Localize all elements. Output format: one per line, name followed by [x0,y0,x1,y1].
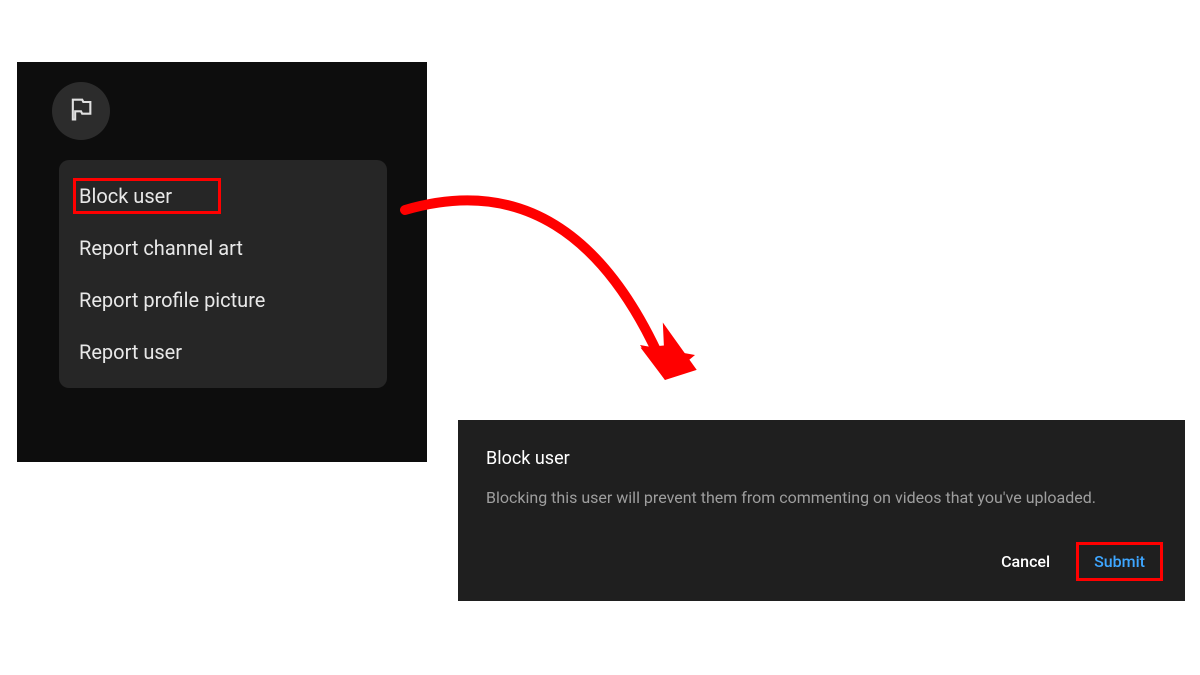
annotation-arrow [395,180,715,440]
submit-button[interactable]: Submit [1082,544,1157,579]
dialog-message: Blocking this user will prevent them fro… [486,487,1157,509]
menu-item-report-channel-art[interactable]: Report channel art [59,222,387,274]
flag-button[interactable] [52,82,110,140]
menu-item-block-user[interactable]: Block user [59,170,387,222]
menu-item-label: Report channel art [79,236,243,260]
cancel-button[interactable]: Cancel [989,544,1062,579]
menu-item-label: Report profile picture [79,288,265,312]
cancel-button-label: Cancel [1001,552,1050,571]
block-user-dialog: Block user Blocking this user will preve… [458,420,1185,601]
flag-menu-panel: Block user Report channel art Report pro… [17,62,427,462]
menu-item-report-user[interactable]: Report user [59,326,387,378]
menu-item-label: Report user [79,340,182,364]
flag-icon [67,95,95,127]
submit-button-label: Submit [1094,552,1145,571]
dropdown-menu: Block user Report channel art Report pro… [59,160,387,388]
menu-item-label: Block user [79,184,172,208]
dialog-title: Block user [486,448,1157,469]
dialog-actions: Cancel Submit [486,544,1157,579]
menu-item-report-profile-picture[interactable]: Report profile picture [59,274,387,326]
